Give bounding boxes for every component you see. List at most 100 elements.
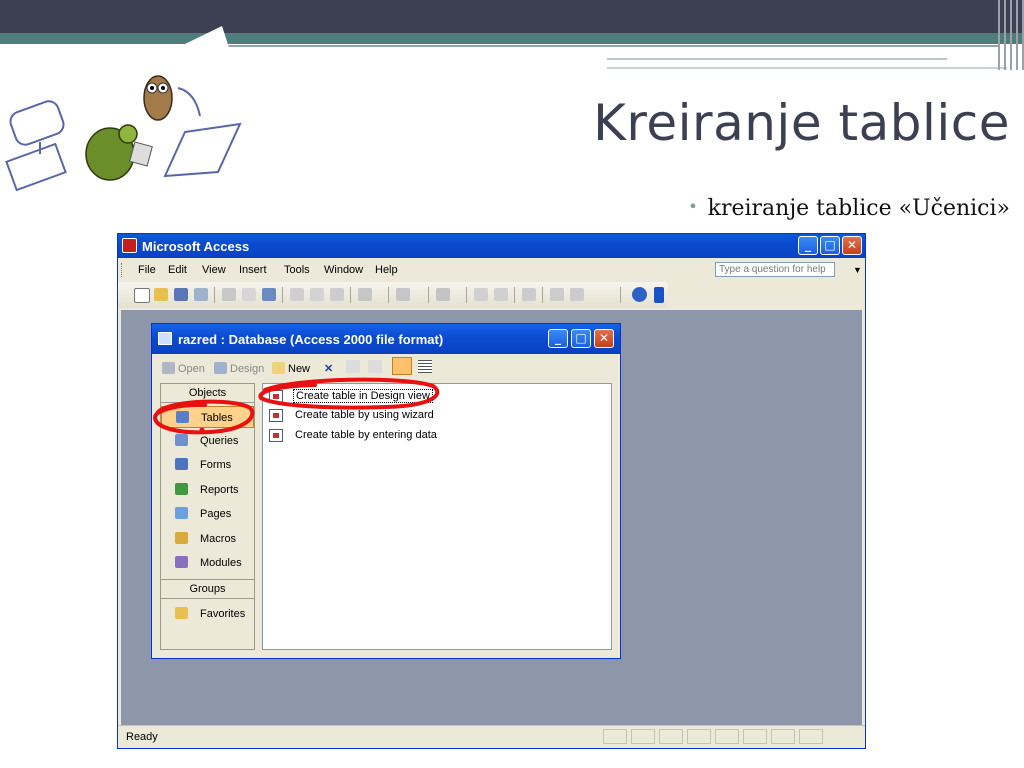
datasheet-icon	[269, 429, 283, 442]
macro-icon	[175, 532, 188, 544]
help-question-input[interactable]: Type a question for help	[715, 262, 835, 277]
object-queries[interactable]: Queries	[161, 430, 254, 452]
create-table-wizard[interactable]: Create table by using wizard	[267, 407, 607, 425]
menu-insert[interactable]: Insert	[239, 264, 267, 276]
script-icon[interactable]	[494, 288, 508, 301]
maximize-icon: □	[824, 238, 836, 252]
slide-divider-line	[220, 45, 1000, 47]
toolbar-options-icon[interactable]	[654, 287, 664, 303]
close-button[interactable]: ✕	[842, 236, 862, 255]
file-search-icon[interactable]	[194, 288, 208, 301]
create-table-entering-data[interactable]: Create table by entering data	[267, 427, 607, 445]
relationships-icon[interactable]	[550, 288, 564, 301]
help-icon[interactable]	[632, 287, 647, 302]
list-view-button[interactable]	[392, 357, 412, 375]
table-icon	[176, 411, 189, 423]
open-button[interactable]: Open	[162, 362, 205, 375]
status-indicators	[603, 729, 853, 744]
database-toolbar	[118, 282, 668, 308]
object-modules[interactable]: Modules	[161, 552, 254, 574]
menu-window[interactable]: Window	[324, 264, 363, 276]
copy-icon[interactable]	[310, 288, 324, 301]
status-bar: Ready	[118, 725, 865, 748]
save-icon[interactable]	[174, 288, 188, 301]
status-text: Ready	[126, 731, 158, 743]
menu-edit[interactable]: Edit	[168, 264, 187, 276]
open-icon	[162, 362, 175, 374]
properties-icon[interactable]	[522, 288, 536, 301]
menu-file[interactable]: File	[138, 264, 156, 276]
design-button[interactable]: Design	[214, 362, 264, 375]
delete-button[interactable]: ✕	[324, 362, 333, 375]
object-pages[interactable]: Pages	[161, 503, 254, 525]
design-view-icon	[269, 390, 283, 403]
slide-title: Kreiranje tablice	[593, 94, 1010, 152]
bullet-dot-icon: •	[688, 197, 698, 216]
flowchart-clipart	[0, 26, 242, 196]
bullet-text: kreiranje tablice «Učenici»	[707, 196, 1010, 221]
print-icon[interactable]	[222, 288, 236, 301]
access-app-icon[interactable]	[122, 238, 137, 253]
db-maximize-button[interactable]: □	[571, 329, 591, 348]
slide-divider-line	[607, 67, 1007, 69]
database-window: razred : Database (Access 2000 file form…	[151, 323, 621, 659]
menu-help[interactable]: Help	[375, 264, 398, 276]
undo-icon[interactable]	[358, 288, 372, 301]
menu-bar: File Edit View Insert Tools Window Help …	[118, 258, 865, 282]
query-icon	[175, 434, 188, 446]
new-button[interactable]: New	[272, 362, 310, 375]
groups-header[interactable]: Groups	[161, 579, 254, 599]
print-preview-icon[interactable]	[242, 288, 256, 301]
create-table-design-view[interactable]: Create table in Design view	[267, 388, 607, 406]
object-tables[interactable]: Tables	[161, 406, 254, 428]
objects-bar: Objects Tables Queries Forms Reports Pag…	[160, 383, 255, 650]
report-icon	[175, 483, 188, 495]
group-favorites[interactable]: Favorites	[161, 603, 254, 625]
close-icon: ✕	[598, 331, 610, 345]
slide-divider-line	[607, 58, 947, 60]
db-minimize-button[interactable]: _	[548, 329, 568, 348]
database-title-bar[interactable]: razred : Database (Access 2000 file form…	[152, 324, 620, 354]
object-forms[interactable]: Forms	[161, 454, 254, 476]
spelling-icon[interactable]	[262, 288, 276, 301]
object-macros[interactable]: Macros	[161, 528, 254, 550]
close-icon: ✕	[846, 238, 858, 252]
new-icon	[272, 362, 285, 374]
database-window-title: razred : Database (Access 2000 file form…	[178, 332, 444, 347]
details-view-button[interactable]	[418, 360, 432, 373]
design-icon	[214, 362, 227, 374]
objects-header[interactable]: Objects	[161, 384, 254, 403]
small-icons-button[interactable]	[368, 360, 382, 373]
object-reports[interactable]: Reports	[161, 479, 254, 501]
new-file-icon[interactable]	[134, 288, 150, 303]
analyze-icon[interactable]	[436, 288, 450, 301]
database-icon[interactable]	[158, 332, 172, 345]
access-title-bar[interactable]: Microsoft Access _ □ ✕	[118, 234, 865, 258]
delete-icon: ✕	[324, 363, 334, 375]
module-icon	[175, 556, 188, 568]
minimize-icon: _	[805, 238, 811, 252]
office-links-icon[interactable]	[396, 288, 410, 301]
open-folder-icon[interactable]	[154, 288, 168, 301]
access-window-title: Microsoft Access	[142, 239, 250, 254]
chevron-down-icon[interactable]: ▼	[853, 265, 862, 275]
menu-view[interactable]: View	[202, 264, 226, 276]
object-list: Create table in Design view Create table…	[262, 383, 612, 650]
maximize-icon: □	[575, 331, 587, 345]
code-icon[interactable]	[474, 288, 488, 301]
maximize-button[interactable]: □	[820, 236, 840, 255]
slide-corner-stripes	[996, 0, 1024, 70]
wizard-icon	[269, 409, 283, 422]
menu-grip[interactable]	[121, 263, 124, 277]
menu-tools[interactable]: Tools	[284, 264, 310, 276]
page-icon	[175, 507, 188, 519]
cut-icon[interactable]	[290, 288, 304, 301]
paste-icon[interactable]	[330, 288, 344, 301]
large-icons-button[interactable]	[346, 360, 360, 373]
slide-bullet: • kreiranje tablice «Učenici»	[688, 196, 1010, 221]
db-close-button[interactable]: ✕	[594, 329, 614, 348]
new-object-icon[interactable]	[570, 288, 584, 301]
form-icon	[175, 458, 188, 470]
minimize-button[interactable]: _	[798, 236, 818, 255]
favorites-folder-icon	[175, 607, 188, 619]
